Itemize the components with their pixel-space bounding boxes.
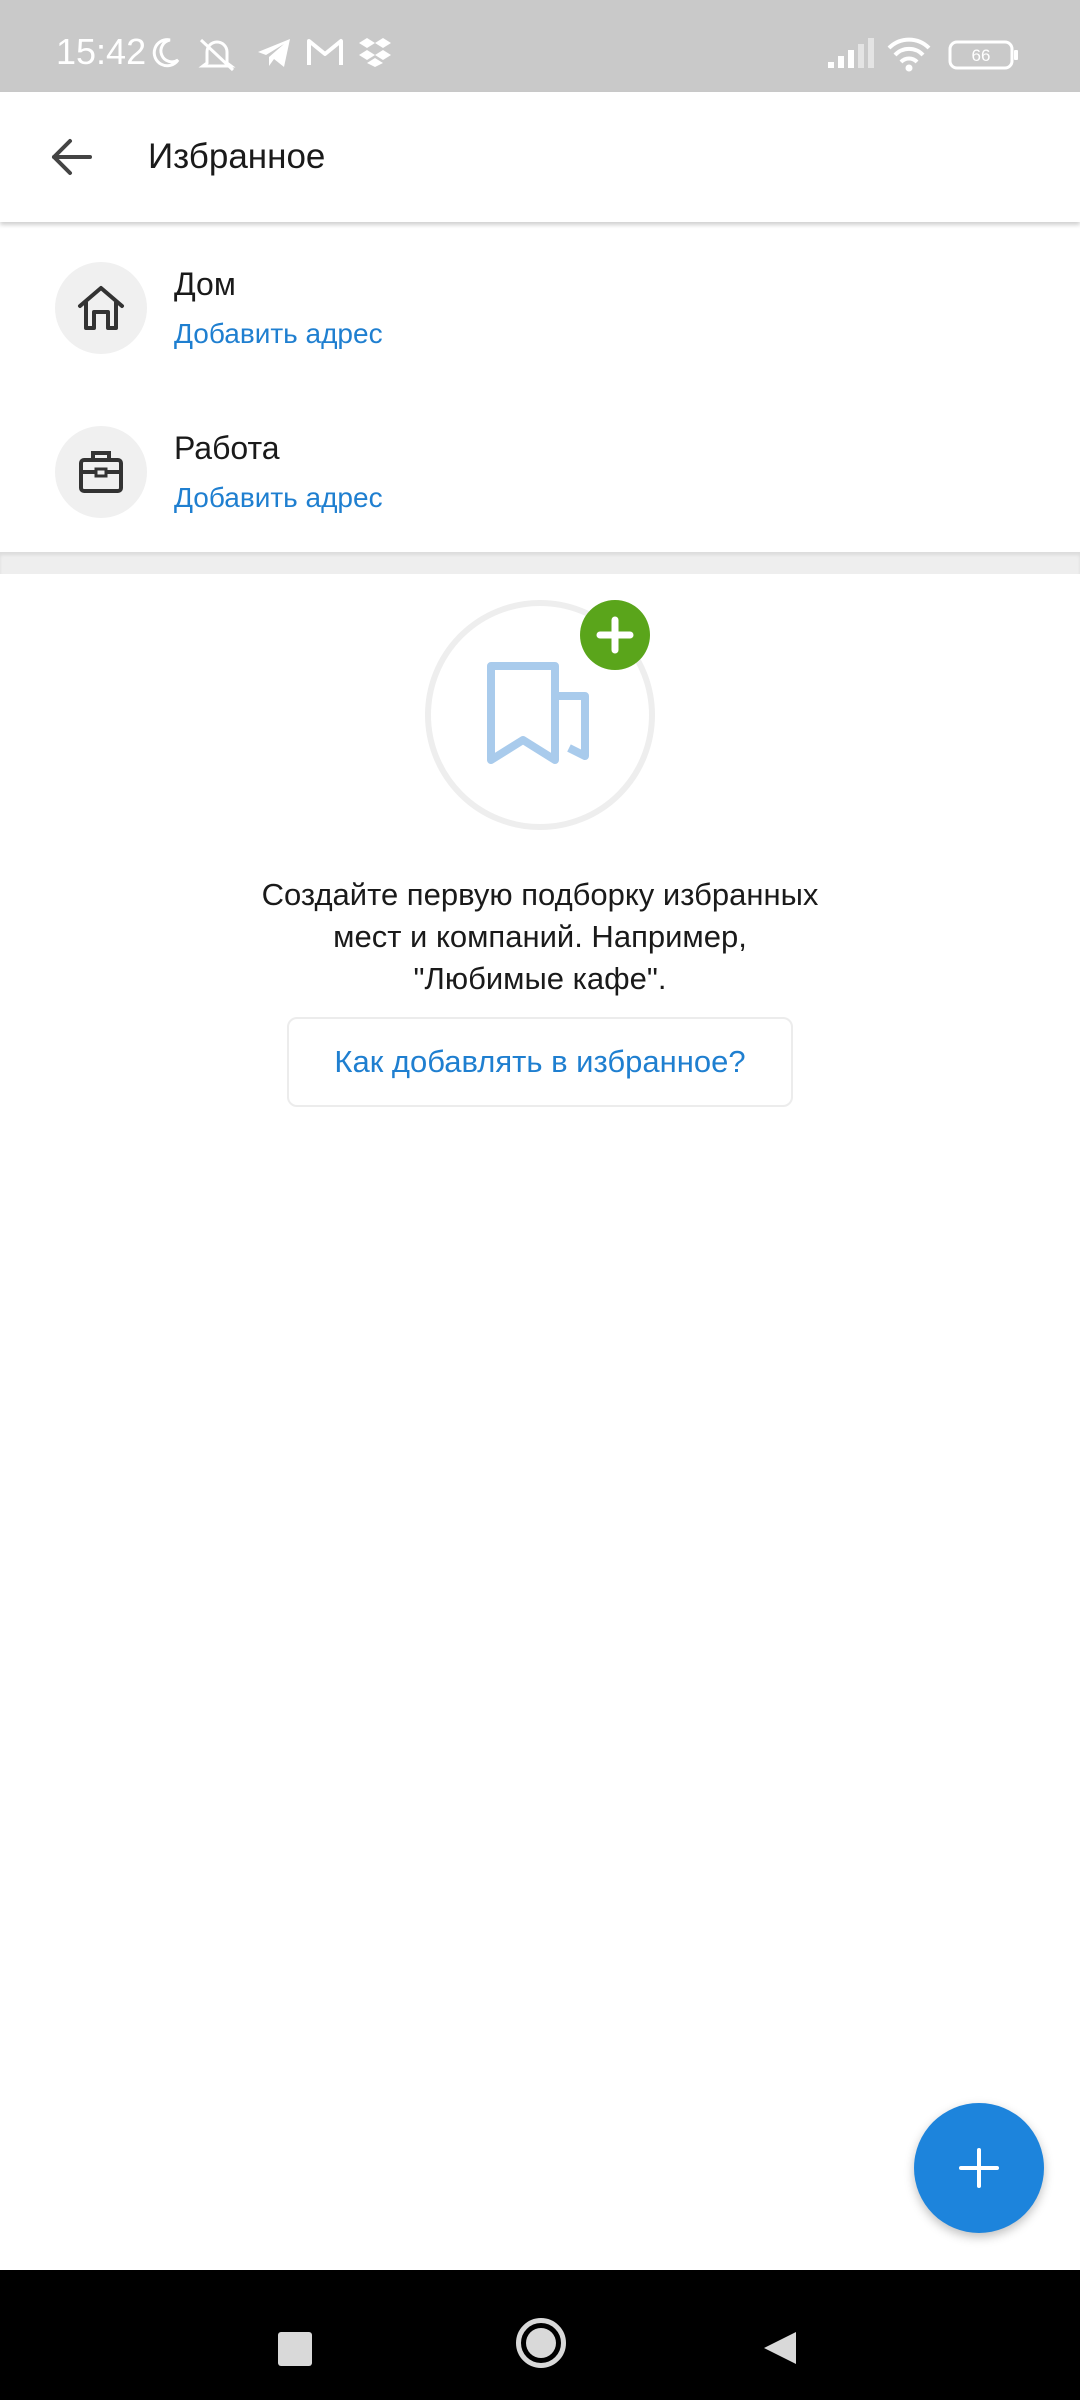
home-circle-inner [526, 2328, 556, 2358]
briefcase-icon-circle [55, 426, 147, 518]
moon-icon [148, 36, 182, 75]
gmail-icon [306, 36, 344, 73]
empty-state-line-1: Создайте первую подборку избранных [261, 877, 819, 912]
battery-icon: 66 [948, 40, 1020, 75]
favorites-screen: 15:42 66 Избранное Дом Добавить адрес Ра… [0, 0, 1080, 2400]
home-circle-icon[interactable] [516, 2318, 566, 2368]
empty-state-illustration [425, 600, 655, 830]
telegram-icon [256, 36, 292, 75]
wifi-icon [886, 36, 932, 77]
empty-state-line-3: "Любимые кафе". [413, 961, 667, 996]
arrow-left-icon [52, 139, 92, 175]
muted-bell-icon [196, 36, 238, 77]
system-nav-bar [0, 2270, 1080, 2400]
favorite-home-title: Дом [174, 266, 236, 302]
favorite-home[interactable]: Дом Добавить адрес [0, 226, 1080, 388]
signal-icon [826, 36, 874, 75]
favorite-work-add-address[interactable]: Добавить адрес [174, 482, 383, 514]
favorite-work-title: Работа [174, 430, 280, 466]
app-bar: Избранное [0, 92, 1080, 222]
favorite-work[interactable]: Работа Добавить адрес [0, 390, 1080, 552]
how-to-add-button[interactable]: Как добавлять в избранное? [287, 1017, 793, 1107]
status-time: 15:42 [56, 31, 147, 72]
status-bar: 15:42 66 [0, 0, 1080, 92]
back-button[interactable] [36, 125, 108, 189]
favorite-home-add-address[interactable]: Добавить адрес [174, 318, 383, 350]
battery-level: 66 [972, 46, 991, 65]
briefcase-icon [79, 451, 123, 493]
back-triangle-icon[interactable] [760, 2328, 800, 2368]
empty-state-line-2: мест и компаний. Например, [333, 919, 747, 954]
plus-badge [580, 600, 650, 670]
empty-state-message: Создайте первую подборку избранных мест … [140, 874, 940, 1000]
page-title: Избранное [148, 137, 326, 176]
home-icon-circle [55, 262, 147, 354]
section-separator [0, 552, 1080, 574]
plus-icon [959, 2148, 999, 2188]
add-fab-button[interactable] [914, 2103, 1044, 2233]
home-icon [78, 286, 124, 330]
bookmarks-icon [487, 662, 589, 764]
dropbox-icon [358, 36, 392, 73]
recents-square-icon[interactable] [278, 2332, 312, 2366]
plus-icon [596, 616, 634, 654]
